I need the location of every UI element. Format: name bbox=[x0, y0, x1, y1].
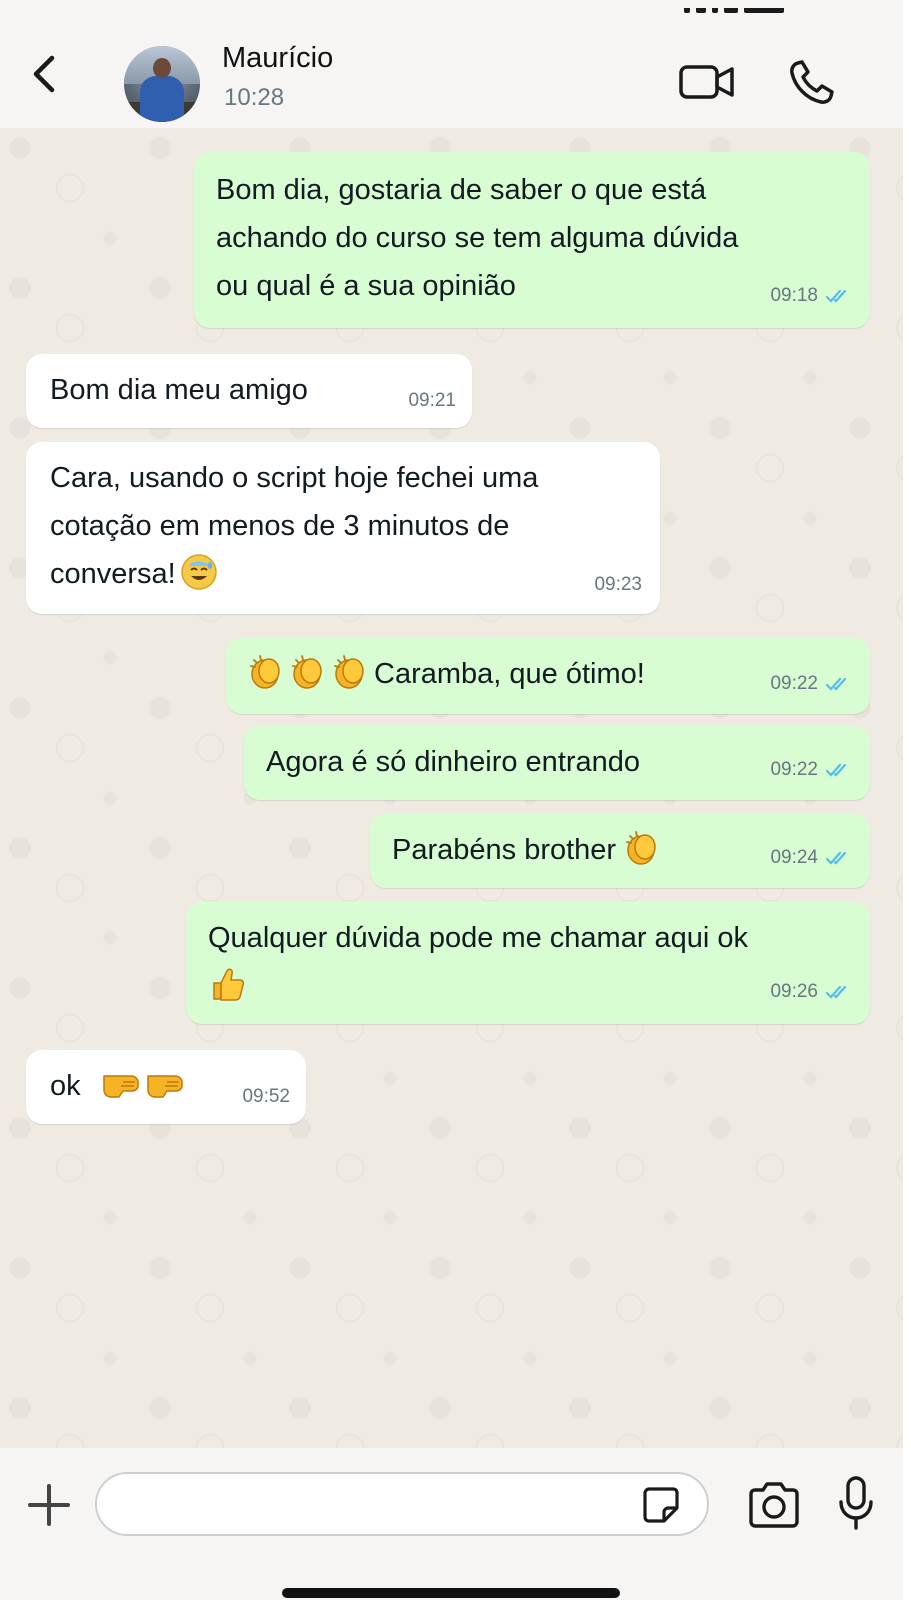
message-text-line: Qualquer dúvida pode me chamar aqui ok bbox=[208, 922, 749, 954]
sticker-button[interactable] bbox=[640, 1484, 682, 1526]
phone-icon bbox=[790, 60, 834, 104]
camera-icon bbox=[749, 1482, 799, 1528]
clapping-hands-emoji bbox=[290, 654, 326, 690]
message-text-line: cotação em menos de 3 minutos de bbox=[50, 510, 510, 542]
message-time: 09:21 bbox=[408, 390, 456, 411]
clapping-hands-emoji bbox=[332, 654, 368, 690]
message-text-line: Bom dia, gostaria de saber o que está bbox=[216, 174, 707, 206]
voice-call-button[interactable] bbox=[786, 58, 836, 108]
message-bubble-incoming[interactable]: Cara, usando o script hoje fechei uma co… bbox=[26, 442, 660, 614]
message-bubble-outgoing[interactable]: Caramba, que ótimo! 09:22 bbox=[226, 638, 870, 714]
clapping-hands-emoji bbox=[624, 830, 660, 866]
clapping-hands-emoji bbox=[248, 654, 284, 690]
contact-last-seen: 10:28 bbox=[224, 84, 285, 111]
avatar[interactable] bbox=[124, 46, 200, 122]
message-time: 09:22 bbox=[770, 759, 818, 780]
message-time: 09:26 bbox=[770, 981, 818, 1002]
back-button[interactable] bbox=[26, 52, 62, 96]
message-composer bbox=[0, 1448, 911, 1600]
message-bubble-outgoing[interactable]: Agora é só dinheiro entrando 09:22 bbox=[244, 726, 870, 800]
sticker-icon bbox=[643, 1487, 679, 1523]
message-text-line: Cara, usando o script hoje fechei uma bbox=[50, 462, 539, 494]
microphone-button[interactable] bbox=[836, 1474, 876, 1534]
message-time: 09:24 bbox=[770, 847, 818, 868]
message-bubble-incoming[interactable]: ok 09:52 bbox=[26, 1050, 306, 1124]
chat-screen: Maurício 10:28 Bom dia, gostaria de sabe… bbox=[0, 0, 911, 1600]
attach-button[interactable] bbox=[26, 1482, 72, 1528]
message-text-line: conversa! bbox=[50, 558, 176, 590]
message-bubble-outgoing[interactable]: Bom dia, gostaria de saber o que está ac… bbox=[194, 152, 870, 328]
message-time: 09:18 bbox=[770, 285, 818, 306]
double-check-read-icon bbox=[825, 676, 852, 698]
sweat-smile-emoji bbox=[180, 553, 218, 591]
chat-header: Maurício 10:28 bbox=[0, 22, 911, 128]
home-indicator[interactable] bbox=[282, 1588, 620, 1598]
plus-icon bbox=[28, 1484, 70, 1526]
double-check-read-icon bbox=[825, 288, 852, 310]
message-text-line: Agora é só dinheiro entrando bbox=[266, 746, 641, 778]
status-bar bbox=[0, 0, 911, 22]
video-camera-icon bbox=[679, 65, 734, 99]
status-bar-clock-fragment bbox=[96, 0, 186, 12]
video-call-button[interactable] bbox=[678, 62, 736, 102]
double-check-read-icon bbox=[825, 762, 852, 784]
message-input[interactable] bbox=[95, 1472, 709, 1536]
message-time: 09:52 bbox=[242, 1086, 290, 1107]
message-text-line: ou qual é a sua opinião bbox=[216, 270, 516, 302]
message-text-line: Bom dia meu amigo bbox=[50, 374, 308, 406]
chevron-left-icon bbox=[33, 55, 55, 93]
message-bubble-outgoing[interactable]: Parabéns brother 09:24 bbox=[370, 814, 870, 888]
message-text-line: Caramba, que ótimo! bbox=[374, 658, 645, 690]
double-check-read-icon bbox=[825, 850, 852, 872]
contact-name[interactable]: Maurício bbox=[222, 42, 333, 75]
message-time: 09:23 bbox=[594, 574, 642, 595]
message-text-line: Parabéns brother bbox=[392, 834, 617, 866]
message-time: 09:22 bbox=[770, 673, 818, 694]
thumbs-up-emoji bbox=[208, 965, 246, 1003]
double-check-read-icon bbox=[825, 984, 852, 1006]
message-text-line: achando do curso se tem alguma dúvida bbox=[216, 222, 739, 254]
camera-button[interactable] bbox=[746, 1480, 802, 1530]
fist-bump-emoji bbox=[101, 1067, 141, 1098]
microphone-icon bbox=[839, 1476, 873, 1530]
message-text-line: ok bbox=[50, 1070, 81, 1102]
message-bubble-outgoing[interactable]: Qualquer dúvida pode me chamar aqui ok 0… bbox=[186, 902, 870, 1024]
screen-edge bbox=[903, 0, 911, 1600]
message-bubble-incoming[interactable]: Bom dia meu amigo 09:21 bbox=[26, 354, 472, 428]
fist-bump-emoji bbox=[145, 1067, 185, 1098]
status-bar-system-icons-fragment bbox=[684, 0, 834, 13]
